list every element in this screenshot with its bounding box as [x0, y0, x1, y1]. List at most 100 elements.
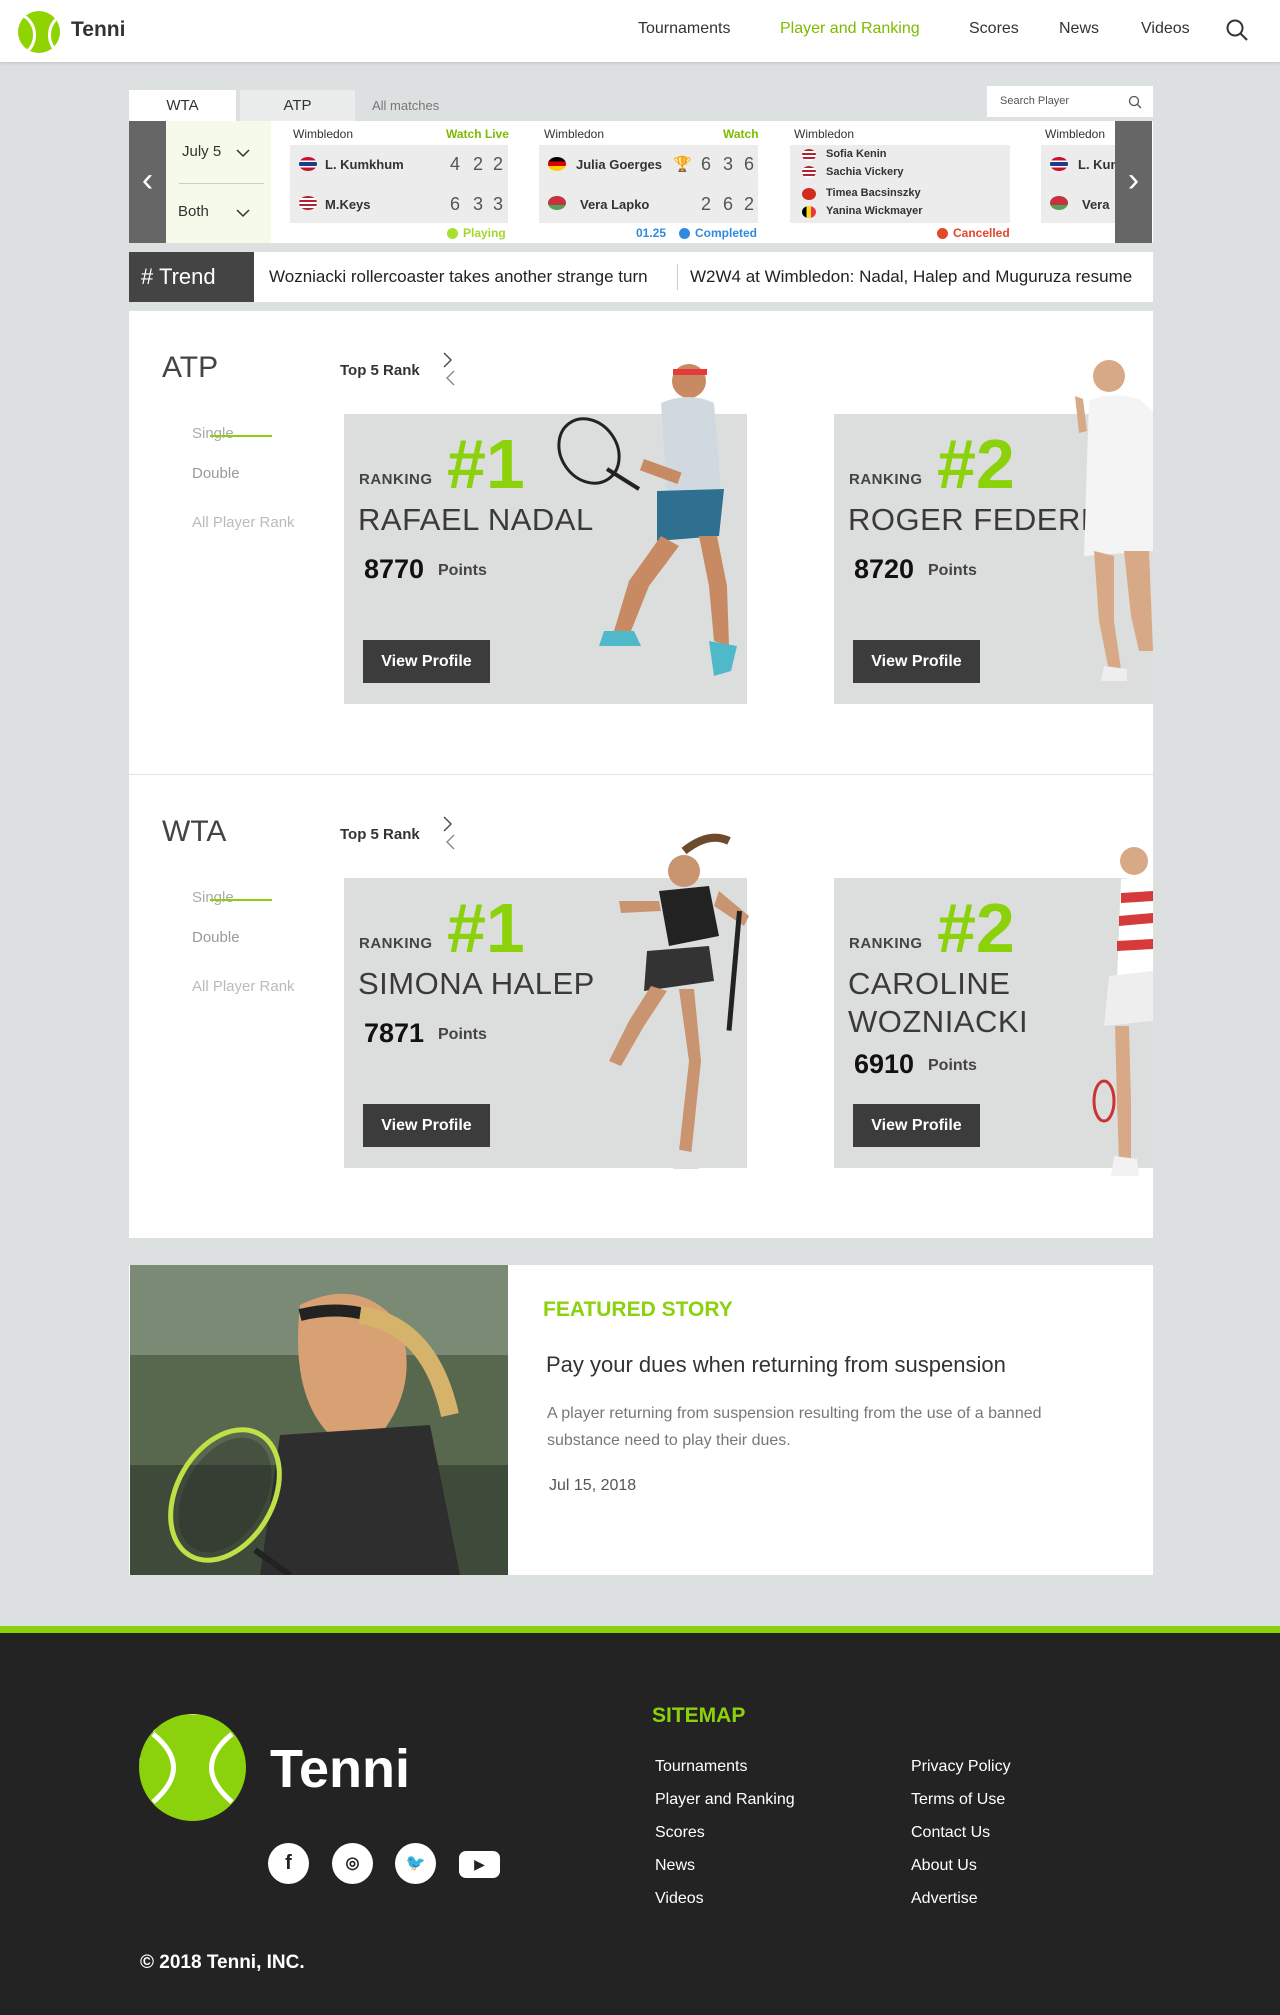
player-name: Vera Lapko [580, 197, 650, 212]
thailand-flag-icon [299, 157, 317, 171]
menu-all-player-rank[interactable]: All Player Rank [192, 978, 295, 995]
instagram-icon[interactable]: ◎ [332, 1843, 373, 1884]
tab-all-matches[interactable]: All matches [372, 98, 439, 113]
chevron-down-icon[interactable] [236, 208, 250, 218]
trend-item[interactable]: W2W4 at Wimbledon: Nadal, Halep and Mugu… [690, 252, 1132, 302]
match-status: Playing [463, 226, 506, 240]
carousel-arrows-icon[interactable] [440, 351, 458, 387]
ranking-label: RANKING [359, 935, 433, 952]
footer-link-terms[interactable]: Terms of Use [911, 1791, 1005, 1809]
nav-videos[interactable]: Videos [1141, 20, 1190, 38]
thailand-flag-icon [1050, 157, 1068, 171]
tennis-ball-logo-icon[interactable] [18, 11, 60, 53]
rank-number: #1 [447, 889, 525, 967]
watch-live-link[interactable]: Watch Live [446, 127, 509, 141]
nav-news[interactable]: News [1059, 20, 1099, 38]
footer-link-videos[interactable]: Videos [655, 1890, 704, 1908]
tennis-ball-seams-icon [139, 1714, 246, 1821]
twitter-icon[interactable]: 🐦 [395, 1843, 436, 1884]
view-profile-button[interactable]: View Profile [853, 1104, 980, 1147]
footer-link-advertise[interactable]: Advertise [911, 1890, 978, 1908]
player-name: Timea Bacsinszky [826, 187, 921, 199]
points-value: 8770 [364, 554, 425, 584]
score: 6 [450, 194, 461, 214]
footer-link-privacy[interactable]: Privacy Policy [911, 1758, 1011, 1776]
points-label: Points [438, 562, 487, 579]
date-select[interactable]: July 5 [182, 143, 221, 160]
view-profile-button[interactable]: View Profile [363, 1104, 490, 1147]
search-player-icon[interactable] [1128, 95, 1142, 109]
gender-select[interactable]: Both [178, 203, 209, 220]
usa-flag-icon [802, 149, 816, 161]
view-profile-button[interactable]: View Profile [363, 640, 490, 683]
match-event: Wimbledon [544, 127, 605, 141]
watch-link[interactable]: Watch [723, 127, 759, 141]
footer-link-scores[interactable]: Scores [655, 1824, 705, 1842]
player-name: Yanina Wickmayer [826, 205, 923, 217]
trend-label: # Trend [129, 252, 254, 302]
player-name: L. Kum [1078, 157, 1115, 172]
featured-title[interactable]: Pay your dues when returning from suspen… [546, 1352, 1006, 1378]
featured-photo [130, 1265, 508, 1575]
nav-player-ranking[interactable]: Player and Ranking [780, 20, 920, 38]
score: 2 [493, 154, 504, 174]
menu-double[interactable]: Double [192, 929, 240, 946]
score: 2 [473, 154, 484, 174]
footer-link-news[interactable]: News [655, 1857, 695, 1875]
divider [179, 183, 264, 184]
cancelled-status-icon [937, 228, 948, 239]
player-photo-wozniacki [1092, 847, 1153, 1176]
scoreboard-next-arrow-icon[interactable]: › [1115, 121, 1152, 243]
points-label: Points [438, 1026, 487, 1043]
footer-brand[interactable]: Tenni [270, 1738, 410, 1800]
germany-flag-icon [548, 157, 566, 171]
footer-link-player-ranking[interactable]: Player and Ranking [655, 1791, 795, 1809]
playing-status-icon [447, 228, 458, 239]
belgium-flag-icon [802, 206, 816, 218]
player-name: L. Kumkhum [325, 157, 404, 172]
brand-name[interactable]: Tenni [71, 18, 125, 42]
footer-link-about[interactable]: About Us [911, 1857, 977, 1875]
ranking-label: RANKING [849, 935, 923, 952]
active-underline [210, 435, 272, 437]
points-label: Points [928, 562, 977, 579]
trend-ticker: Wozniacki rollercoaster takes another st… [254, 252, 1153, 302]
scoreboard-prev-arrow-icon[interactable]: ‹ [129, 121, 166, 243]
menu-all-player-rank[interactable]: All Player Rank [192, 514, 295, 531]
footer-link-tournaments[interactable]: Tournaments [655, 1758, 748, 1776]
tab-wta[interactable]: WTA [129, 90, 236, 121]
atp-heading: ATP [162, 351, 219, 384]
chevron-down-icon[interactable] [236, 148, 250, 158]
switzerland-flag-icon [802, 188, 816, 200]
facebook-icon[interactable]: f [268, 1843, 309, 1884]
view-profile-button[interactable]: View Profile [853, 640, 980, 683]
score: 3 [473, 194, 484, 214]
search-icon[interactable] [1225, 18, 1249, 42]
player-name: Sachia Vickery [826, 166, 904, 178]
player-photo-halep [609, 833, 749, 1169]
youtube-icon[interactable]: ▶ [459, 1851, 500, 1878]
player-photo-nadal [557, 364, 737, 676]
trend-item[interactable]: Wozniacki rollercoaster takes another st… [269, 252, 648, 302]
menu-single[interactable]: Single [192, 889, 234, 906]
points-value: 7871 [364, 1018, 425, 1048]
match-status: Cancelled [953, 226, 1010, 240]
footer-link-contact[interactable]: Contact Us [911, 1824, 990, 1842]
nav-scores[interactable]: Scores [969, 20, 1019, 38]
score: 2 [701, 194, 712, 214]
nav-tournaments[interactable]: Tournaments [638, 20, 731, 38]
ranking-label: RANKING [359, 471, 433, 488]
score: 6 [744, 154, 755, 174]
player-name: Sofia Kenin [826, 148, 887, 160]
belarus-flag-icon [548, 196, 566, 210]
ranking-label: RANKING [849, 471, 923, 488]
section-divider [129, 774, 1153, 775]
rank-number: #2 [937, 889, 1015, 967]
atp-top5-label: Top 5 Rank [340, 362, 420, 379]
carousel-arrows-icon[interactable] [440, 815, 458, 851]
tab-atp[interactable]: ATP [240, 90, 355, 121]
menu-single[interactable]: Single [192, 425, 234, 442]
menu-double[interactable]: Double [192, 465, 240, 482]
player-name: Julia Goerges [576, 157, 662, 172]
match-status: Completed [695, 226, 758, 240]
